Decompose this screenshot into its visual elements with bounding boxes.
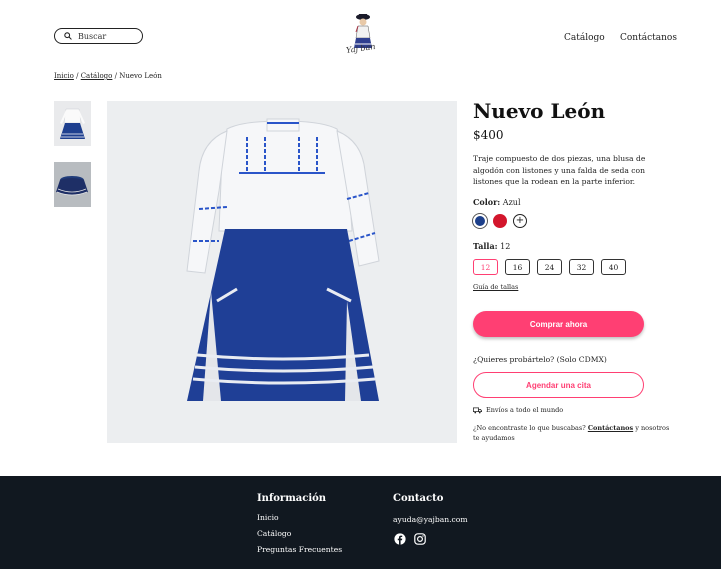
product-main-image — [107, 101, 457, 443]
breadcrumb-home[interactable]: Inicio — [54, 72, 74, 80]
buy-now-button[interactable]: Comprar ahora — [473, 311, 644, 337]
footer-link-catalog[interactable]: Catálogo — [257, 529, 291, 538]
facebook-icon[interactable] — [394, 533, 406, 545]
footer-link-home[interactable]: Inicio — [257, 513, 279, 522]
color-label: Color: — [473, 197, 501, 207]
size-option-32[interactable]: 32 — [569, 259, 594, 275]
search-icon — [64, 32, 72, 40]
search-placeholder: Buscar — [78, 31, 107, 41]
footer-link-faq[interactable]: Preguntas Frecuentes — [257, 545, 342, 554]
nav-catalog[interactable]: Catálogo — [564, 33, 605, 43]
footer-email[interactable]: ayuda@yajban.com — [393, 515, 468, 524]
size-value: 12 — [500, 242, 511, 251]
not-found-contact-link[interactable]: Contáctanos — [588, 424, 633, 432]
breadcrumb-current: Nuevo León — [119, 72, 162, 80]
not-found-text: ¿No encontraste lo que buscabas? — [473, 424, 588, 432]
truck-icon — [473, 407, 482, 413]
site-footer: Información Inicio Catálogo Preguntas Fr… — [0, 476, 721, 569]
color-swatches: + — [473, 214, 527, 228]
product-description: Traje compuesto de dos piezas, una blusa… — [473, 154, 646, 187]
size-option-40[interactable]: 40 — [601, 259, 626, 275]
shipping-info: Envíos a todo el mundo — [473, 406, 563, 414]
footer-contact-title: Contacto — [393, 493, 444, 504]
nav-contact[interactable]: Contáctanos — [620, 33, 677, 43]
more-colors-plus-icon[interactable]: + — [513, 214, 527, 228]
instagram-icon[interactable] — [414, 533, 426, 545]
footer-info-title: Información — [257, 493, 327, 504]
schedule-appointment-button[interactable]: Agendar una cita — [473, 372, 644, 398]
color-value: Azul — [502, 198, 521, 207]
shipping-text: Envíos a todo el mundo — [486, 406, 564, 414]
product-thumbnail-back[interactable] — [54, 162, 91, 207]
breadcrumb: Inicio / Catálogo / Nuevo León — [54, 72, 162, 80]
product-title: Nuevo León — [473, 99, 606, 123]
breadcrumb-separator: / — [73, 72, 81, 80]
try-on-text: ¿Quieres probártelo? (Solo CDMX) — [473, 355, 607, 364]
size-options: 12 16 24 32 40 — [473, 259, 626, 275]
color-swatch-red[interactable] — [493, 214, 507, 228]
size-option-16[interactable]: 16 — [505, 259, 530, 275]
product-price: $400 — [473, 128, 504, 142]
size-label: Talla: — [473, 241, 498, 251]
not-found-help: ¿No encontraste lo que buscabas? Contáct… — [473, 424, 673, 443]
site-header: Buscar Yaj ban Catálogo Contáctanos — [0, 0, 721, 70]
size-guide-link[interactable]: Guía de tallas — [473, 283, 518, 291]
size-option-12[interactable]: 12 — [473, 259, 498, 275]
color-label-row: Color: Azul — [473, 197, 521, 207]
size-label-row: Talla: 12 — [473, 241, 510, 251]
product-thumbnail-front[interactable] — [54, 101, 91, 146]
search-input[interactable]: Buscar — [54, 28, 143, 44]
color-swatch-blue[interactable] — [473, 214, 487, 228]
breadcrumb-catalog[interactable]: Catálogo — [81, 72, 113, 80]
size-option-24[interactable]: 24 — [537, 259, 562, 275]
